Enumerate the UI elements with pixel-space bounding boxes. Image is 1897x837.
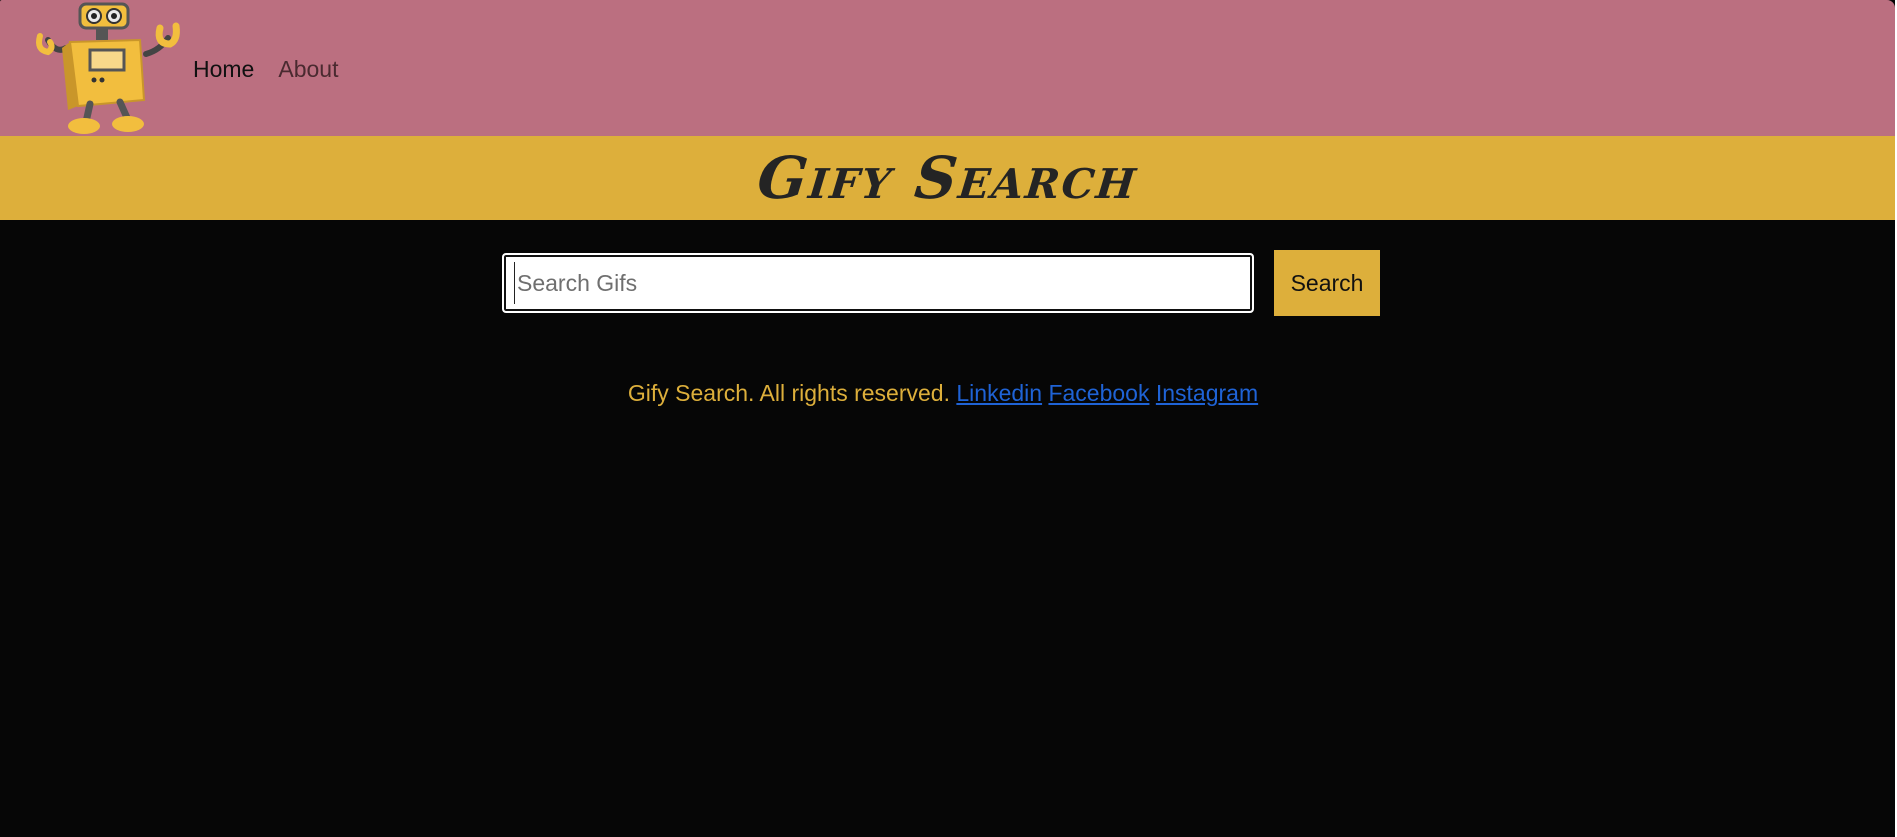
page-title: Gify Search (754, 144, 1141, 212)
nav-link-home[interactable]: Home (193, 54, 254, 84)
footer: Gify Search. All rights reserved. Linked… (0, 378, 1886, 408)
navbar: Home About (0, 0, 1895, 136)
instagram-link[interactable]: Instagram (1156, 380, 1258, 406)
title-banner: Gify Search (0, 136, 1895, 220)
linkedin-link[interactable]: Linkedin (956, 380, 1042, 406)
facebook-link[interactable]: Facebook (1048, 380, 1149, 406)
nav-links: Home About (193, 54, 338, 84)
nav-link-about[interactable]: About (278, 54, 338, 84)
search-button[interactable]: Search (1274, 250, 1380, 316)
footer-text: Gify Search. All rights reserved. (627, 380, 950, 406)
search-form: Search (502, 250, 1380, 316)
search-input-container (502, 253, 1254, 313)
robot-icon[interactable] (28, 0, 184, 136)
search-input[interactable] (514, 262, 1242, 304)
page: Home About Gify Search Search Gify Searc… (0, 0, 1897, 837)
